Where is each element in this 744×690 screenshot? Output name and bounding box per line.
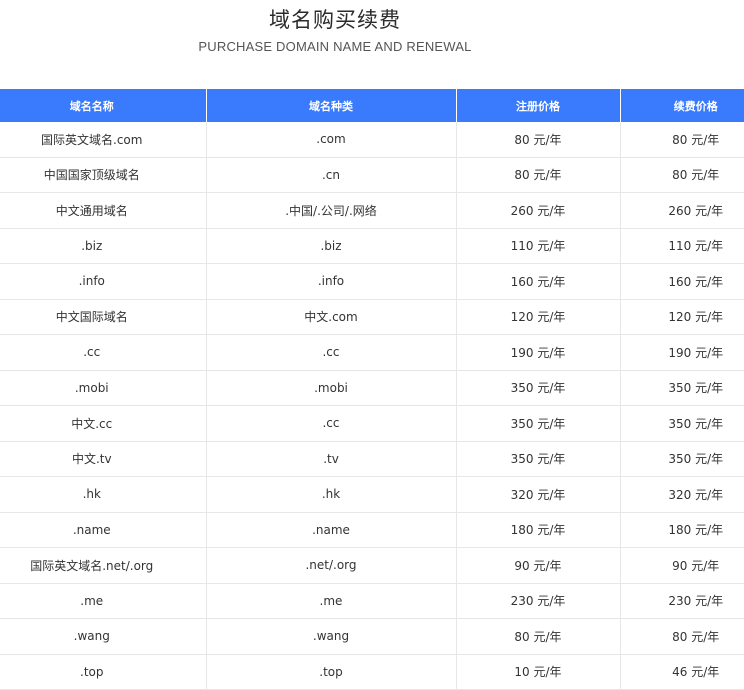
cell-domain-name: 中文国际域名 bbox=[0, 299, 207, 335]
cell-renewal-price: 350 元/年 bbox=[620, 370, 744, 406]
cell-domain-name: .me bbox=[0, 583, 207, 619]
cell-domain-type: .wang bbox=[206, 618, 457, 655]
domain-price-table: 域名名称 域名种类 注册价格 续费价格 国际英文域名.com .com 80 元/年… bbox=[0, 89, 744, 690]
header-register-price: 注册价格 bbox=[456, 89, 621, 122]
table-row: 中文通用域名 .中国/.公司/.网络 260 元/年 260 元/年 bbox=[0, 192, 744, 229]
table-row: .mobi .mobi 350 元/年 350 元/年 bbox=[0, 370, 744, 406]
cell-domain-type: .cc bbox=[206, 405, 457, 442]
cell-domain-type: .中国/.公司/.网络 bbox=[206, 192, 457, 229]
cell-domain-type: .tv bbox=[206, 441, 457, 477]
cell-domain-type: .hk bbox=[206, 476, 457, 513]
cell-register-price: 120 元/年 bbox=[456, 299, 621, 335]
cell-renewal-price: 110 元/年 bbox=[620, 228, 744, 264]
cell-register-price: 320 元/年 bbox=[456, 476, 621, 513]
cell-domain-name: .wang bbox=[0, 618, 207, 655]
cell-domain-type: .name bbox=[206, 512, 457, 548]
table-row: .info .info 160 元/年 160 元/年 bbox=[0, 263, 744, 300]
cell-register-price: 160 元/年 bbox=[456, 263, 621, 300]
cell-domain-name: .info bbox=[0, 263, 207, 300]
table-row: 国际英文域名.com .com 80 元/年 80 元/年 bbox=[0, 122, 744, 158]
cell-register-price: 350 元/年 bbox=[456, 370, 621, 406]
cell-renewal-price: 260 元/年 bbox=[620, 192, 744, 229]
header-renewal-price: 续费价格 bbox=[620, 89, 744, 122]
cell-domain-type: .mobi bbox=[206, 370, 457, 406]
table-row: 中文.tv .tv 350 元/年 350 元/年 bbox=[0, 441, 744, 477]
cell-domain-name: 中文.tv bbox=[0, 441, 207, 477]
cell-domain-name: 国际英文域名.com bbox=[0, 122, 207, 158]
cell-renewal-price: 350 元/年 bbox=[620, 441, 744, 477]
cell-domain-name: 中文通用域名 bbox=[0, 192, 207, 229]
cell-register-price: 180 元/年 bbox=[456, 512, 621, 548]
header-domain-type: 域名种类 bbox=[206, 89, 457, 122]
cell-domain-name: .cc bbox=[0, 334, 207, 371]
cell-register-price: 10 元/年 bbox=[456, 654, 621, 690]
cell-renewal-price: 160 元/年 bbox=[620, 263, 744, 300]
cell-register-price: 80 元/年 bbox=[456, 122, 621, 158]
cell-renewal-price: 90 元/年 bbox=[620, 547, 744, 584]
cell-domain-name: .name bbox=[0, 512, 207, 548]
table-row: 中国国家顶级域名 .cn 80 元/年 80 元/年 bbox=[0, 157, 744, 193]
cell-renewal-price: 80 元/年 bbox=[620, 157, 744, 193]
cell-domain-name: .hk bbox=[0, 476, 207, 513]
cell-domain-name: .top bbox=[0, 654, 207, 690]
table-row: .hk .hk 320 元/年 320 元/年 bbox=[0, 476, 744, 513]
cell-register-price: 90 元/年 bbox=[456, 547, 621, 584]
cell-domain-name: 中国国家顶级域名 bbox=[0, 157, 207, 193]
cell-register-price: 80 元/年 bbox=[456, 157, 621, 193]
cell-register-price: 350 元/年 bbox=[456, 441, 621, 477]
table-row: 中文.cc .cc 350 元/年 350 元/年 bbox=[0, 405, 744, 442]
cell-domain-type: .info bbox=[206, 263, 457, 300]
table-header-row: 域名名称 域名种类 注册价格 续费价格 bbox=[0, 89, 744, 122]
cell-domain-type: .top bbox=[206, 654, 457, 690]
table-row: .wang .wang 80 元/年 80 元/年 bbox=[0, 618, 744, 655]
cell-renewal-price: 120 元/年 bbox=[620, 299, 744, 335]
cell-domain-name: .biz bbox=[0, 228, 207, 264]
cell-renewal-price: 230 元/年 bbox=[620, 583, 744, 619]
cell-register-price: 350 元/年 bbox=[456, 405, 621, 442]
table-row: .cc .cc 190 元/年 190 元/年 bbox=[0, 334, 744, 371]
cell-domain-type: .net/.org bbox=[206, 547, 457, 584]
cell-domain-type: 中文.com bbox=[206, 299, 457, 335]
cell-register-price: 110 元/年 bbox=[456, 228, 621, 264]
cell-domain-type: .biz bbox=[206, 228, 457, 264]
cell-register-price: 230 元/年 bbox=[456, 583, 621, 619]
page-title: 域名购买续费 bbox=[269, 8, 401, 32]
table-row: .me .me 230 元/年 230 元/年 bbox=[0, 583, 744, 619]
cell-renewal-price: 80 元/年 bbox=[620, 618, 744, 655]
page-subtitle: PURCHASE DOMAIN NAME AND RENEWAL bbox=[198, 39, 472, 54]
table-row: .biz .biz 110 元/年 110 元/年 bbox=[0, 228, 744, 264]
cell-renewal-price: 190 元/年 bbox=[620, 334, 744, 371]
cell-renewal-price: 350 元/年 bbox=[620, 405, 744, 442]
cell-register-price: 80 元/年 bbox=[456, 618, 621, 655]
cell-domain-type: .com bbox=[206, 122, 457, 158]
table-row: .top .top 10 元/年 46 元/年 bbox=[0, 654, 744, 690]
cell-renewal-price: 320 元/年 bbox=[620, 476, 744, 513]
cell-renewal-price: 46 元/年 bbox=[620, 654, 744, 690]
cell-renewal-price: 80 元/年 bbox=[620, 122, 744, 158]
cell-domain-type: .cn bbox=[206, 157, 457, 193]
cell-domain-name: .mobi bbox=[0, 370, 207, 406]
cell-domain-name: 中文.cc bbox=[0, 405, 207, 442]
cell-domain-type: .me bbox=[206, 583, 457, 619]
table-row: 国际英文域名.net/.org .net/.org 90 元/年 90 元/年 bbox=[0, 547, 744, 584]
cell-register-price: 260 元/年 bbox=[456, 192, 621, 229]
table-row: 中文国际域名 中文.com 120 元/年 120 元/年 bbox=[0, 299, 744, 335]
cell-domain-type: .cc bbox=[206, 334, 457, 371]
table-row: .name .name 180 元/年 180 元/年 bbox=[0, 512, 744, 548]
cell-domain-name: 国际英文域名.net/.org bbox=[0, 547, 207, 584]
header-domain-name: 域名名称 bbox=[0, 89, 207, 122]
cell-register-price: 190 元/年 bbox=[456, 334, 621, 371]
cell-renewal-price: 180 元/年 bbox=[620, 512, 744, 548]
